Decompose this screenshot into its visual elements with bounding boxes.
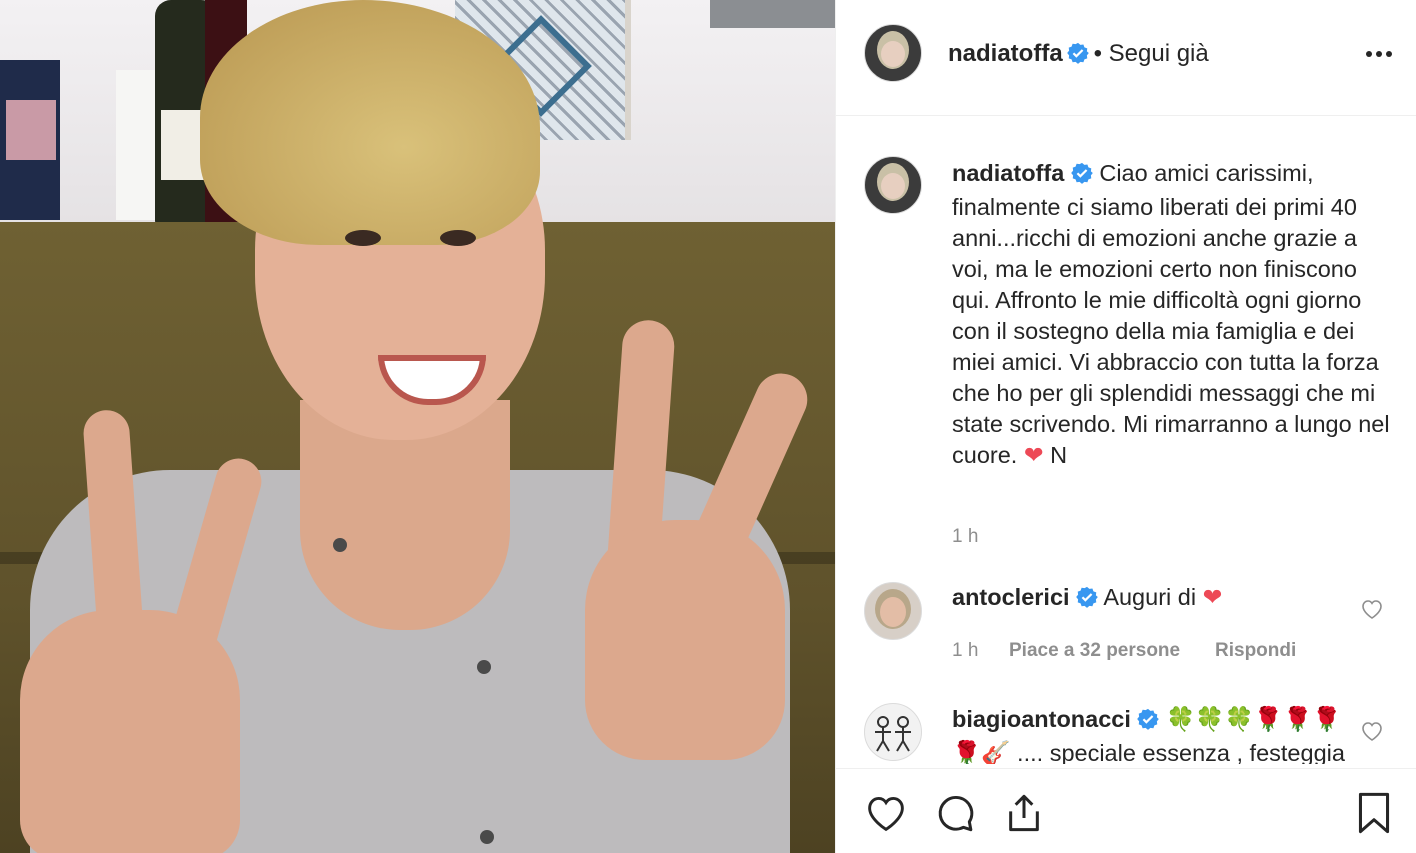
image-frame: [710, 0, 835, 28]
comment-like-heart-icon[interactable]: [1360, 598, 1384, 625]
image-button: [333, 538, 347, 552]
comment-reply-button[interactable]: Rispondi: [1215, 640, 1296, 662]
image-hand-left: [20, 610, 240, 853]
comment-text: Auguri di: [1103, 584, 1197, 610]
comment-body: antoclerici Auguri di ❤: [952, 582, 1352, 616]
verified-badge-icon: [1076, 585, 1098, 616]
bookmark-icon[interactable]: [1356, 791, 1392, 840]
author-avatar[interactable]: [864, 24, 922, 82]
comment-likes-count[interactable]: Piace a 32 persone: [1009, 640, 1180, 662]
post-header: nadiatoffa • Segui già: [836, 0, 1416, 116]
image-eye-left: [345, 230, 381, 246]
verified-badge-icon: [1067, 42, 1089, 69]
comment-body: biagioantonacci 🍀🍀🍀🌹🌹🌹 🌹🎸 .... speciale …: [952, 704, 1352, 764]
red-heart-emoji-icon: ❤: [1202, 584, 1223, 610]
caption-signature: N: [1050, 442, 1068, 468]
follow-status-button[interactable]: Segui già: [1109, 40, 1209, 67]
comment-text-line1: 🍀🍀🍀🌹🌹🌹: [1165, 706, 1342, 732]
caption-avatar[interactable]: [864, 156, 922, 214]
heart-icon[interactable]: [864, 793, 908, 838]
red-heart-emoji-icon: ❤: [1023, 442, 1044, 468]
post-image[interactable]: [0, 0, 835, 853]
more-options-icon[interactable]: [1365, 42, 1393, 71]
post-caption: nadiatoffa Ciao amici carissimi, finalme…: [952, 158, 1392, 471]
caption-username[interactable]: nadiatoffa: [952, 160, 1064, 186]
comment-icon[interactable]: [934, 793, 976, 838]
image-eye-right: [440, 230, 476, 246]
comment-username[interactable]: biagioantonacci: [952, 706, 1131, 732]
header-title-row: nadiatoffa • Segui già: [948, 40, 1209, 69]
post-sidebar: nadiatoffa • Segui già nadiatoffa Ciao a…: [835, 0, 1416, 853]
commenter-avatar[interactable]: [864, 703, 922, 761]
follow-separator: •: [1093, 40, 1109, 67]
image-button: [480, 830, 494, 844]
caption-timestamp[interactable]: 1 h: [952, 526, 978, 548]
image-hand-right: [585, 520, 785, 760]
verified-badge-icon: [1070, 161, 1093, 192]
caption-text: Ciao amici carissimi, finalmente ci siam…: [952, 160, 1390, 468]
image-tv: [0, 60, 60, 220]
post-action-bar: [836, 768, 1416, 853]
author-username[interactable]: nadiatoffa: [948, 40, 1063, 67]
verified-badge-icon: [1137, 707, 1160, 738]
comment-text-line2: 🌹🎸 .... speciale essenza , festeggia: [952, 740, 1345, 764]
comment-username[interactable]: antoclerici: [952, 584, 1070, 610]
share-icon[interactable]: [1004, 791, 1044, 840]
image-button: [477, 660, 491, 674]
comment-timestamp[interactable]: 1 h: [952, 640, 978, 662]
commenter-avatar[interactable]: [864, 582, 922, 640]
image-paper: [116, 70, 156, 220]
comment-like-heart-icon[interactable]: [1360, 720, 1384, 747]
